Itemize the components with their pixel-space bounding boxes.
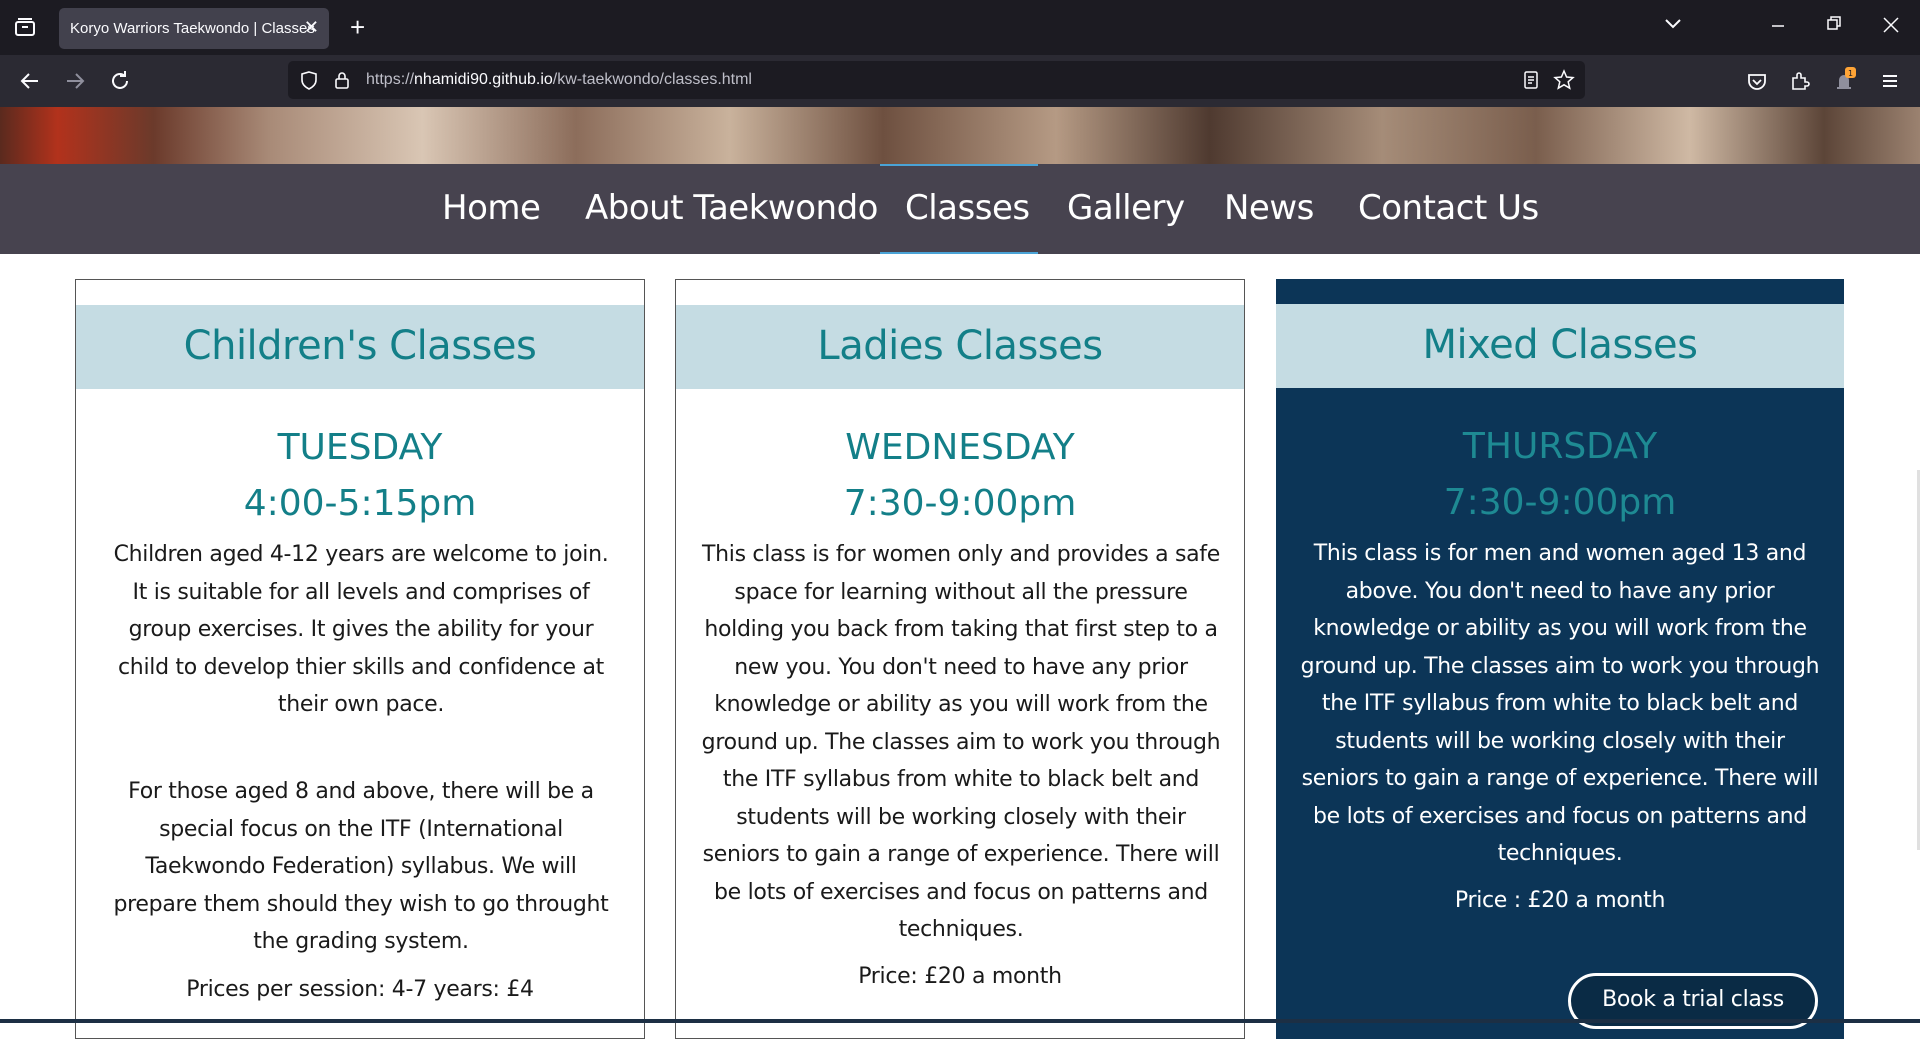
- lock-icon[interactable]: [331, 69, 353, 91]
- nav-classes[interactable]: Classes: [905, 188, 1030, 228]
- nav-contact-us[interactable]: Contact Us: [1358, 188, 1539, 228]
- tab-title: Koryo Warriors Taekwondo | Classes: [70, 20, 315, 37]
- card-header: Mixed Classes: [1276, 304, 1844, 388]
- card-title: Mixed Classes: [1422, 322, 1698, 368]
- class-schedule: TUESDAY 4:00-5:15pm: [76, 420, 644, 532]
- class-time: 4:00-5:15pm: [243, 483, 477, 524]
- class-description-secondary: For those aged 8 and above, there will b…: [113, 779, 609, 954]
- page-bottom-edge: [0, 1019, 1920, 1023]
- minimize-icon[interactable]: [1770, 14, 1786, 39]
- notification-bell-icon[interactable]: 1: [1830, 67, 1858, 95]
- restore-icon[interactable]: [1826, 14, 1842, 39]
- url-bar[interactable]: https://nhamidi90.github.io/kw-taekwondo…: [288, 61, 1585, 99]
- class-description: This class is for women only and provide…: [701, 542, 1221, 942]
- extensions-icon[interactable]: [1786, 67, 1814, 95]
- site-navigation: Home About Taekwondo Classes Gallery New…: [0, 164, 1920, 254]
- class-day: TUESDAY: [277, 427, 443, 468]
- card-header: Ladies Classes: [676, 305, 1244, 389]
- nav-about-taekwondo[interactable]: About Taekwondo: [585, 188, 878, 228]
- nav-home[interactable]: Home: [442, 188, 541, 228]
- browser-navbar: https://nhamidi90.github.io/kw-taekwondo…: [0, 55, 1920, 107]
- class-price: Price : £20 a month: [1454, 888, 1666, 913]
- browser-tab-active[interactable]: Koryo Warriors Taekwondo | Classes ✕: [59, 8, 329, 49]
- class-description: This class is for men and women aged 13 …: [1300, 541, 1820, 866]
- nav-gallery[interactable]: Gallery: [1067, 188, 1185, 228]
- mixed-classes-card: Mixed Classes THURSDAY 7:30-9:00pm This …: [1276, 279, 1844, 1039]
- svg-text:1: 1: [1848, 69, 1853, 78]
- pocket-icon[interactable]: [1743, 67, 1771, 95]
- class-price: Prices per session: 4-7 years: £4: [186, 977, 534, 1002]
- card-title: Children's Classes: [183, 323, 537, 369]
- class-description: Children aged 4-12 years are welcome to …: [113, 542, 609, 717]
- menu-hamburger-icon[interactable]: [1876, 67, 1904, 95]
- bookmark-star-icon[interactable]: [1553, 69, 1575, 91]
- url-text[interactable]: https://nhamidi90.github.io/kw-taekwondo…: [366, 71, 752, 89]
- class-schedule: THURSDAY 7:30-9:00pm: [1276, 419, 1844, 531]
- class-schedule: WEDNESDAY 7:30-9:00pm: [676, 420, 1244, 532]
- reload-icon[interactable]: [106, 67, 134, 95]
- card-header: Children's Classes: [76, 305, 644, 389]
- list-all-tabs-icon[interactable]: [1663, 14, 1683, 39]
- nav-news[interactable]: News: [1224, 188, 1314, 228]
- new-tab-icon[interactable]: +: [350, 12, 365, 42]
- hero-image: [0, 107, 1920, 164]
- class-time: 7:30-9:00pm: [843, 483, 1077, 524]
- forward-icon[interactable]: [61, 67, 89, 95]
- browser-tabbar: Koryo Warriors Taekwondo | Classes ✕ +: [0, 0, 1920, 55]
- shield-icon[interactable]: [298, 69, 320, 91]
- tab-close-icon[interactable]: ✕: [304, 17, 319, 38]
- childrens-classes-card: Children's Classes TUESDAY 4:00-5:15pm C…: [75, 279, 645, 1039]
- class-time: 7:30-9:00pm: [1443, 482, 1677, 523]
- class-day: WEDNESDAY: [845, 427, 1075, 468]
- class-day: THURSDAY: [1462, 426, 1658, 467]
- reader-view-icon[interactable]: [1520, 69, 1542, 91]
- ladies-classes-card: Ladies Classes WEDNESDAY 7:30-9:00pm Thi…: [675, 279, 1245, 1039]
- back-icon[interactable]: [16, 67, 44, 95]
- close-window-icon[interactable]: [1882, 14, 1900, 39]
- class-price: Price: £20 a month: [858, 964, 1062, 989]
- card-title: Ladies Classes: [817, 323, 1103, 369]
- tab-list-icon[interactable]: [12, 14, 38, 40]
